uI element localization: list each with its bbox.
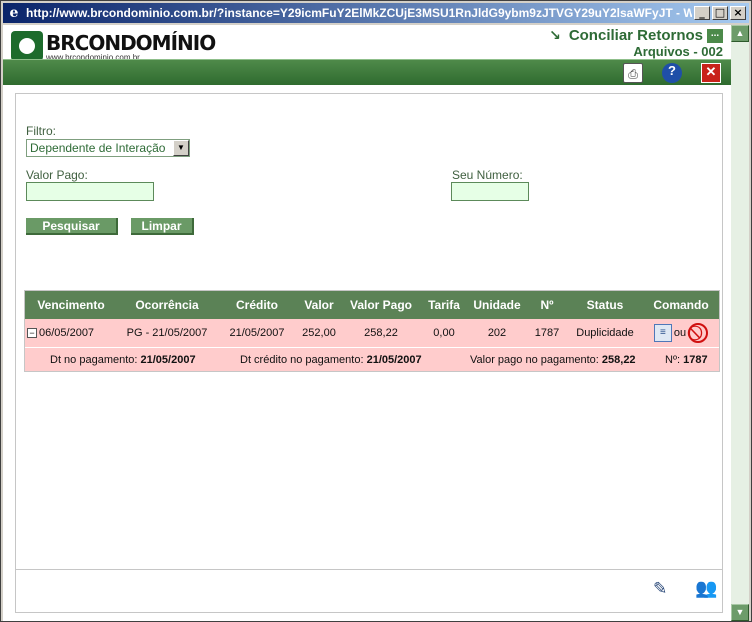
- valor-pago-label: Valor Pago:: [26, 168, 88, 182]
- detail-numero: Nº: 1787: [665, 354, 708, 366]
- close-icon[interactable]: ✕: [701, 63, 721, 83]
- printer-icon[interactable]: ⎙: [623, 63, 643, 83]
- arrow-down-right-icon: ↘: [549, 27, 561, 44]
- seu-numero-label: Seu Número:: [452, 168, 523, 182]
- vertical-scrollbar[interactable]: ▲ ▼: [731, 25, 749, 621]
- ie-icon: e: [9, 5, 19, 21]
- collapse-toggle[interactable]: −: [27, 328, 37, 339]
- cancel-icon[interactable]: ⃠: [688, 323, 709, 343]
- comando-ou: ou: [673, 327, 687, 339]
- maximize-button[interactable]: □: [712, 6, 728, 20]
- seu-numero-input[interactable]: [451, 182, 529, 201]
- filtro-select[interactable]: Dependente de Interação ▼: [26, 139, 190, 157]
- scroll-up-icon[interactable]: ▲: [731, 25, 749, 42]
- users-icon[interactable]: 👥: [695, 578, 717, 599]
- numero-detail-value: 1787: [683, 354, 708, 366]
- cell-comando: ≡ou⃠: [643, 323, 719, 343]
- col-vencimento: Vencimento: [37, 298, 105, 312]
- cell-status: Duplicidade: [576, 327, 634, 339]
- header-title-block: ↘ Conciliar Retornos ... Arquivos - 002: [549, 27, 723, 59]
- toolbar: ⎙ ? ✕: [3, 59, 731, 85]
- col-valor-pago: Valor Pago: [349, 298, 413, 312]
- valor-pago-detail-value: 258,22: [601, 354, 636, 366]
- col-tarifa: Tarifa: [428, 298, 460, 312]
- scroll-track[interactable]: [731, 42, 749, 602]
- dt-credito-value: 21/05/2007: [366, 354, 422, 366]
- page-content: BRCONDOMÍNIO www.brcondominio.com.br ↘ C…: [3, 25, 731, 621]
- table-header: Vencimento Ocorrência Crédito Valor Valo…: [25, 291, 719, 319]
- window-close-button[interactable]: ×: [730, 6, 746, 20]
- vencimento-value: 06/05/2007: [39, 327, 95, 339]
- cell-numero: 1787: [534, 327, 560, 339]
- col-comando: Comando: [653, 298, 709, 312]
- dt-pagamento-value: 21/05/2007: [140, 354, 196, 366]
- page-subtitle: Arquivos - 002: [633, 44, 723, 59]
- detail-dt-credito: Dt crédito no pagamento: 21/05/2007: [240, 354, 422, 366]
- valor-pago-input[interactable]: [26, 182, 154, 201]
- more-options-button[interactable]: ...: [707, 28, 723, 43]
- cell-credito: 21/05/2007: [229, 327, 285, 339]
- dt-pagamento-label: Dt no pagamento:: [50, 354, 138, 366]
- cell-tarifa: 0,00: [433, 327, 455, 339]
- col-numero: Nº: [540, 298, 554, 312]
- logo-mark-icon: [11, 31, 43, 61]
- row-detail: Dt no pagamento: 21/05/2007 Dt crédito n…: [25, 347, 719, 371]
- page-title: Conciliar Retornos: [568, 27, 703, 44]
- limpar-button[interactable]: Limpar: [131, 218, 194, 235]
- detail-dt-pagamento: Dt no pagamento: 21/05/2007: [50, 354, 196, 366]
- window-title: http://www.brcondominio.com.br/?instance…: [26, 6, 692, 20]
- title-bar: e http://www.brcondominio.com.br/?instan…: [3, 3, 749, 23]
- browser-window: e http://www.brcondominio.com.br/?instan…: [0, 0, 752, 622]
- chevron-down-icon[interactable]: ▼: [173, 140, 189, 156]
- pesquisar-button[interactable]: Pesquisar: [26, 218, 118, 235]
- cell-valor-pago: 258,22: [364, 327, 398, 339]
- numero-detail-label: Nº:: [665, 354, 681, 366]
- filtro-select-value: Dependente de Interação: [30, 141, 166, 155]
- col-status: Status: [586, 298, 624, 312]
- filtro-label: Filtro:: [26, 124, 56, 138]
- col-credito: Crédito: [236, 298, 278, 312]
- col-ocorrencia: Ocorrência: [135, 298, 199, 312]
- col-unidade: Unidade: [473, 298, 521, 312]
- edit-icon[interactable]: ✎: [653, 579, 667, 599]
- cell-vencimento: −06/05/2007: [25, 327, 117, 339]
- col-valor: Valor: [304, 298, 334, 312]
- panel-footer: ✎ 👥: [16, 569, 722, 612]
- cell-ocorrencia: PG - 21/05/2007: [126, 327, 208, 339]
- help-icon[interactable]: ?: [662, 63, 682, 83]
- logo-name: BRCONDOMÍNIO: [46, 31, 216, 55]
- detail-valor-pago: Valor pago no pagamento: 258,22: [470, 354, 636, 366]
- results-table: Vencimento Ocorrência Crédito Valor Valo…: [24, 290, 720, 372]
- filter-panel: Filtro: Dependente de Interação ▼ Valor …: [15, 93, 723, 613]
- scroll-down-icon[interactable]: ▼: [731, 604, 749, 621]
- dt-credito-label: Dt crédito no pagamento:: [240, 354, 364, 366]
- add-document-icon[interactable]: ≡: [653, 324, 672, 342]
- table-row: −06/05/2007 PG - 21/05/2007 21/05/2007 2…: [25, 319, 719, 347]
- cell-valor: 252,00: [302, 327, 336, 339]
- valor-pago-detail-label: Valor pago no pagamento:: [470, 354, 599, 366]
- cell-unidade: 202: [487, 327, 507, 339]
- minimize-button[interactable]: _: [694, 6, 710, 20]
